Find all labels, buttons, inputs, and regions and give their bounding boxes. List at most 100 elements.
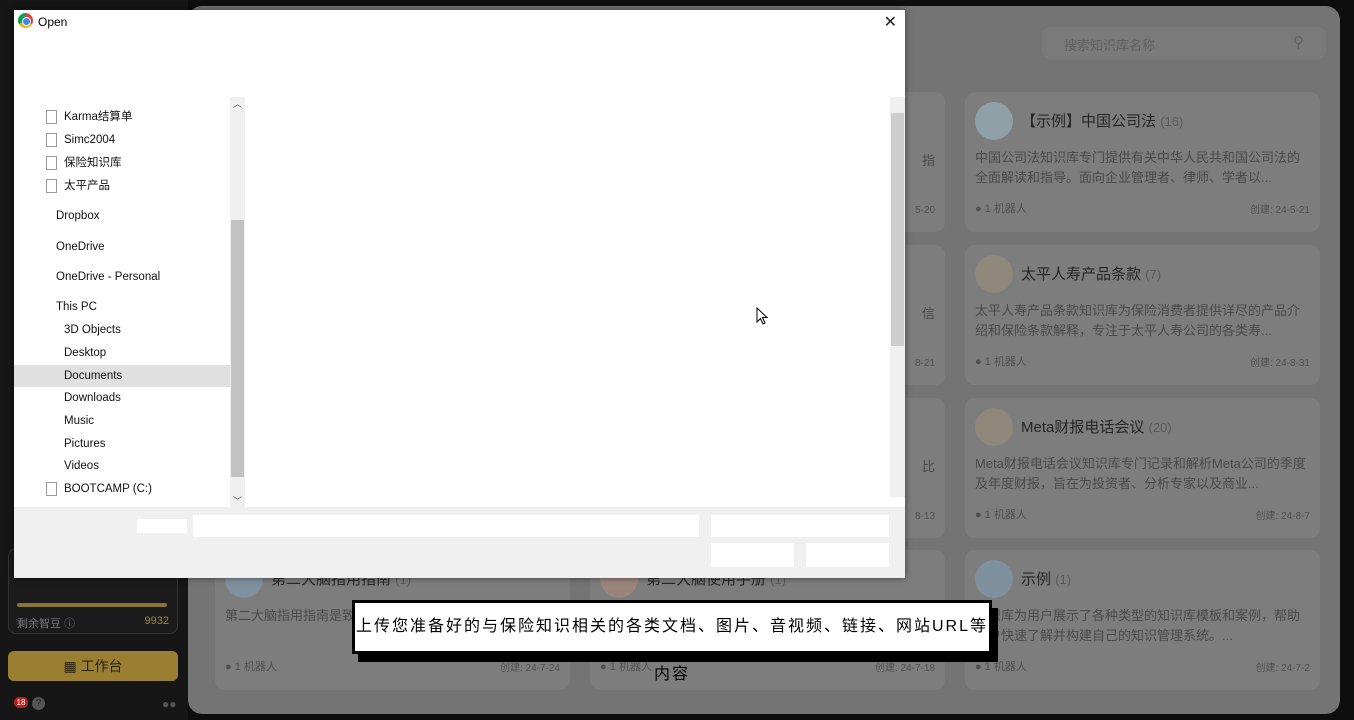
- scroll-thumb[interactable]: [891, 113, 904, 346]
- nav-item[interactable]: Desktop: [14, 342, 230, 364]
- kb-created: 创建: 24-7-2: [1255, 663, 1310, 674]
- dialog-title: Open: [38, 15, 68, 29]
- workbench-button[interactable]: ▦ 工作台: [8, 651, 178, 681]
- file-icon: [46, 178, 57, 193]
- close-button[interactable]: ✕: [884, 12, 897, 32]
- robot-icon: ●: [975, 356, 985, 368]
- nav-item[interactable]: Documents: [14, 365, 230, 387]
- robot-icon: ●: [975, 203, 985, 215]
- nav-item-label: 保险知识库: [64, 157, 122, 169]
- knowledge-base-card[interactable]: Meta财报电话会议 (20) Meta财报电话会议知识库专门记录和解析Meta…: [965, 398, 1320, 538]
- wechat-icon[interactable]: ●●: [162, 697, 177, 711]
- grid-icon: ▦: [63, 658, 81, 674]
- file-icon: [46, 481, 57, 496]
- nav-item[interactable]: Pictures: [14, 433, 230, 455]
- knowledge-base-card[interactable]: 示例 (1) 知识库为用户展示了各种类型的知识库模板和案例，帮助用户快速了解并构…: [965, 550, 1320, 690]
- nav-item[interactable]: Karma结算单: [14, 106, 230, 128]
- kb-avatar: [975, 102, 1013, 140]
- kb-description: 太平人寿产品条款知识库为保险消费者提供详尽的产品介绍和保险条款解释，专注于太平人…: [975, 303, 1301, 338]
- nav-item[interactable]: This PC: [14, 296, 230, 318]
- robot-icon: ●: [225, 661, 235, 673]
- search-input[interactable]: 搜索知识库名称 ⚲: [1042, 27, 1326, 59]
- search-placeholder: 搜索知识库名称: [1064, 38, 1156, 53]
- kb-robots: ● 1 机器人: [600, 661, 652, 673]
- kb-created: 8-21: [914, 358, 935, 369]
- kb-count: (7): [1145, 267, 1162, 282]
- knowledge-base-card[interactable]: 【示例】中国公司法 (16) 中国公司法知识库专门提供有关中华人民共和国公司法的…: [965, 92, 1320, 232]
- caption-subtitle: 上传您准备好的与保险知识相关的各类文档、图片、音视频、链接、网站URL等内容: [352, 600, 992, 683]
- search-icon[interactable]: ⚲: [1293, 33, 1304, 51]
- filename-input[interactable]: [193, 515, 699, 537]
- nav-item-label: OneDrive - Personal: [56, 271, 161, 283]
- nav-item-label: Music: [64, 415, 95, 427]
- nav-scrollbar[interactable]: ︿ ﹀: [230, 97, 245, 507]
- dialog-footer: [14, 507, 905, 578]
- nav-item[interactable]: OneDrive - Personal: [14, 266, 230, 288]
- kb-description: 比: [921, 459, 935, 474]
- nav-item-label: Downloads: [64, 392, 121, 404]
- scroll-thumb[interactable]: [231, 220, 244, 477]
- kb-created: 创建: 24-8-31: [1249, 358, 1310, 369]
- nav-item-label: Videos: [64, 460, 99, 472]
- kb-created: 创建: 24-7-24: [499, 663, 560, 674]
- kb-robots: ● 1 机器人: [975, 509, 1027, 521]
- nav-item[interactable]: BOOTCAMP (C:): [14, 478, 230, 500]
- nav-item-label: Simc2004: [64, 134, 116, 146]
- kb-robots: ● 1 机器人: [975, 356, 1027, 368]
- balance-label: 剩余智豆 ⓘ: [17, 618, 76, 630]
- nav-item-label: This PC: [56, 301, 97, 313]
- nav-item[interactable]: 保险知识库: [14, 152, 230, 174]
- nav-item[interactable]: Music: [14, 410, 230, 432]
- kb-created: 创建: 24-8-7: [1255, 511, 1310, 522]
- kb-avatar: [975, 255, 1013, 293]
- nav-item[interactable]: Dropbox: [14, 205, 230, 227]
- nav-item-label: Pictures: [64, 438, 106, 450]
- nav-item-label: Desktop: [64, 347, 107, 359]
- kb-description: 知识库为用户展示了各种类型的知识库模板和案例，帮助用户快速了解并构建自己的知识管…: [975, 608, 1301, 643]
- robot-icon: ●: [600, 661, 610, 673]
- kb-created: 8-13: [914, 511, 935, 522]
- usage-bar: [17, 603, 167, 607]
- chrome-icon: [18, 13, 33, 28]
- file-icon: [46, 132, 57, 147]
- balance-value: 9932: [144, 615, 169, 627]
- file-list-scrollbar[interactable]: [890, 97, 905, 497]
- nav-item[interactable]: 太平产品: [14, 175, 230, 197]
- cancel-button[interactable]: [806, 543, 889, 567]
- nav-item-label: BOOTCAMP (C:): [64, 483, 152, 495]
- nav-item-label: Documents: [64, 370, 123, 382]
- kb-title: Meta财报电话会议 (20): [1021, 419, 1172, 436]
- workbench-label: 工作台: [80, 658, 123, 674]
- nav-item[interactable]: 3D Objects: [14, 319, 230, 341]
- navigation-pane: Karma结算单 Simc2004 保险知识库太平产品 Dropbox OneDrive…: [14, 97, 230, 507]
- kb-created: 创建: 24-5-21: [1249, 205, 1310, 216]
- file-icon: [46, 109, 57, 124]
- kb-robots: ● 1 机器人: [975, 203, 1027, 215]
- kb-description: Meta财报电话会议知识库专门记录和解析Meta公司的季度及年度财报，旨在为投资…: [975, 456, 1306, 491]
- nav-item-label: 3D Objects: [64, 324, 121, 336]
- file-list[interactable]: [245, 97, 905, 507]
- nav-item[interactable]: Simc2004: [14, 129, 230, 151]
- kb-description: 信: [921, 306, 935, 321]
- nav-item[interactable]: Videos: [14, 455, 230, 477]
- scroll-down-icon[interactable]: ﹀: [230, 494, 245, 507]
- nav-item[interactable]: OneDrive: [14, 236, 230, 258]
- kb-created: 创建: 24-7-18: [874, 663, 935, 674]
- nav-item-label: 太平产品: [64, 180, 110, 192]
- knowledge-base-card[interactable]: 太平人寿产品条款 (7) 太平人寿产品条款知识库为保险消费者提供详尽的产品介绍和…: [965, 245, 1320, 385]
- file-icon: [46, 155, 57, 170]
- kb-count: (16): [1160, 114, 1184, 129]
- kb-title: 示例 (1): [1021, 571, 1072, 588]
- mouse-cursor-icon: [756, 307, 768, 325]
- help-icon[interactable]: ?: [32, 697, 45, 710]
- kb-count: (20): [1148, 420, 1172, 435]
- open-button[interactable]: [711, 543, 794, 567]
- kb-description: 指: [921, 153, 935, 168]
- nav-item[interactable]: Downloads: [14, 387, 230, 409]
- kb-avatar: [975, 560, 1013, 598]
- file-type-select[interactable]: [711, 515, 889, 537]
- kb-count: (1): [1055, 572, 1072, 587]
- open-file-dialog: Open ✕ Karma结算单 Simc2004 保险知识库太平产品 Dropbox O…: [14, 10, 905, 578]
- scroll-up-icon[interactable]: ︿: [230, 97, 245, 110]
- notification-badge[interactable]: 18: [14, 697, 28, 708]
